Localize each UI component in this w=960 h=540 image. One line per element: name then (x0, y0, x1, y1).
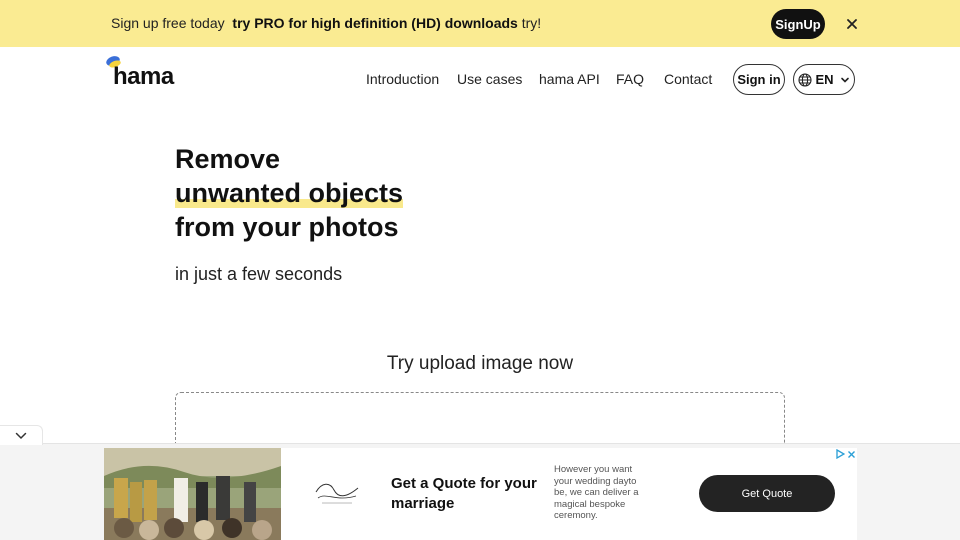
hero-title: Remove unwanted objects from your photos (175, 142, 404, 244)
advertisement[interactable]: Get a Quote for your marriage However yo… (104, 448, 857, 540)
ad-headline[interactable]: Get a Quote for your marriage (391, 474, 541, 514)
ad-choices-icon[interactable] (835, 449, 845, 459)
hero-line-1: Remove (175, 144, 281, 174)
hero-line-2-highlight: unwanted objects (175, 178, 404, 208)
chevron-down-icon (15, 432, 27, 439)
nav-introduction[interactable]: Introduction (366, 71, 439, 87)
ad-description: However you want your wedding dayto be, … (554, 464, 639, 521)
nav-faq[interactable]: FAQ (616, 71, 644, 87)
ad-close-icon[interactable] (847, 450, 856, 459)
ad-brand-logo (312, 478, 362, 508)
upload-title: Try upload image now (386, 353, 574, 374)
sign-in-button[interactable]: Sign in (733, 64, 785, 95)
hero-subtitle: in just a few seconds (175, 264, 343, 284)
nav-hama-api[interactable]: hama API (539, 71, 600, 87)
close-icon[interactable] (843, 15, 861, 33)
get-quote-button[interactable]: Get Quote (699, 475, 835, 512)
ad-collapse-toggle[interactable] (0, 425, 43, 445)
promo-tail: try! (521, 15, 542, 31)
logo-text: hama (113, 63, 174, 90)
language-label: EN (815, 72, 834, 87)
ad-choices[interactable] (835, 448, 857, 460)
chevron-down-icon (840, 77, 849, 83)
nav-use-cases[interactable]: Use cases (457, 71, 522, 87)
promo-signup-button[interactable]: SignUp (771, 9, 825, 39)
hero-line-3: from your photos (175, 212, 399, 242)
promo-text: Sign up free today try PRO for high defi… (111, 15, 541, 31)
language-selector[interactable]: EN (793, 64, 855, 95)
promo-lead: Sign up free today (111, 15, 225, 31)
promo-banner: Sign up free today try PRO for high defi… (0, 0, 960, 47)
ad-wedding-photo[interactable] (104, 448, 281, 540)
globe-icon (798, 72, 813, 87)
logo[interactable]: hama (104, 55, 180, 95)
promo-highlight: try PRO for high definition (HD) downloa… (232, 15, 518, 31)
nav-contact[interactable]: Contact (664, 71, 712, 87)
